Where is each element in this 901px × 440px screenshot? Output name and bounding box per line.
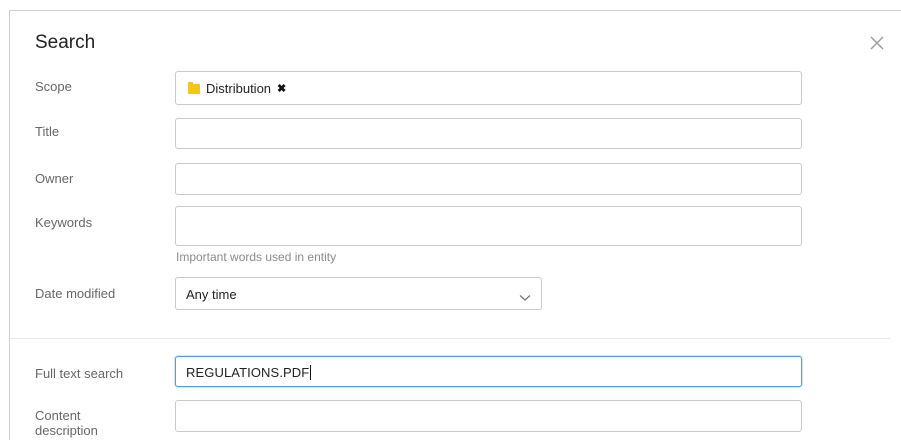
content-description-label: Content description <box>35 408 98 438</box>
scope-field[interactable]: Distribution ✖ <box>175 71 802 105</box>
content-description-field[interactable] <box>175 400 802 432</box>
section-divider <box>10 338 890 339</box>
chevron-down-icon <box>519 289 531 307</box>
text-caret <box>310 365 312 380</box>
date-modified-label: Date modified <box>35 286 116 301</box>
keywords-field[interactable] <box>175 206 802 246</box>
keywords-label: Keywords <box>35 215 93 230</box>
full-text-search-input[interactable]: REGULATIONS.PDF <box>175 356 802 387</box>
date-modified-select[interactable]: Any time <box>175 277 542 310</box>
date-modified-value: Any time <box>186 287 237 302</box>
full-text-search-label: Full text search <box>35 366 124 381</box>
owner-label: Owner <box>35 171 74 186</box>
title-field[interactable] <box>175 118 802 149</box>
remove-chip-icon[interactable]: ✖ <box>277 82 286 95</box>
owner-field[interactable] <box>175 163 802 195</box>
keywords-hint: Important words used in entity <box>176 250 337 264</box>
dialog-title: Search <box>35 32 96 53</box>
scope-chip: Distribution ✖ <box>188 81 286 96</box>
close-icon[interactable] <box>867 33 887 53</box>
scope-chip-label: Distribution <box>206 81 272 96</box>
full-text-search-value: REGULATIONS.PDF <box>186 365 310 380</box>
scope-label: Scope <box>35 79 72 94</box>
search-dialog: Search Scope Distribution ✖ Title Owner … <box>9 10 901 440</box>
title-label: Title <box>35 124 60 139</box>
folder-icon <box>188 81 200 94</box>
